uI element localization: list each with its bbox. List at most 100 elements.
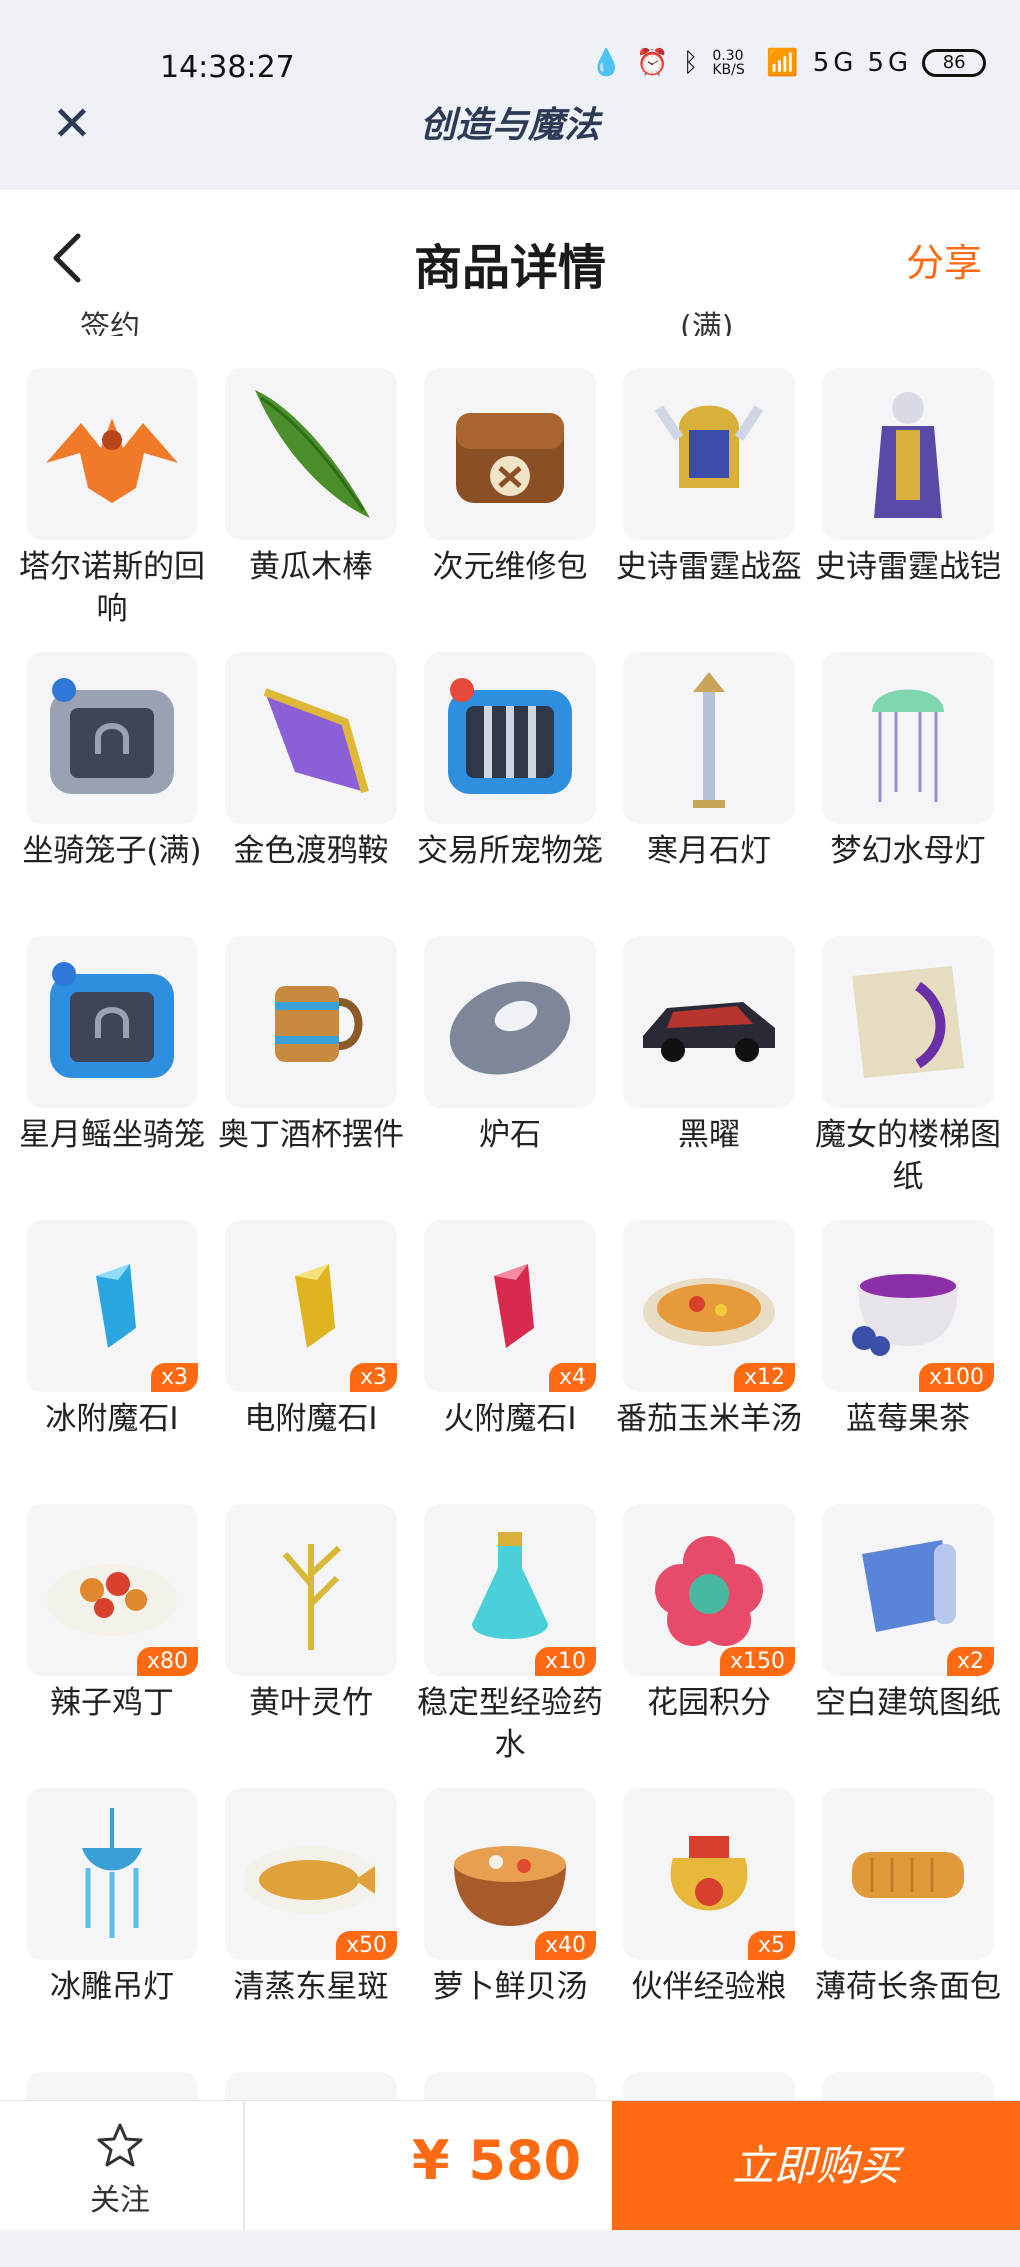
item-card[interactable]: x150 花园积分	[623, 1504, 795, 1788]
item-card[interactable]: 坐骑笼子(满)	[22, 652, 202, 936]
item-thumbnail	[26, 936, 198, 1108]
item-card[interactable]: 史诗雷霆战盔	[616, 368, 802, 652]
dragon-icon	[46, 418, 178, 503]
item-card[interactable]: 魔女的楼梯图纸	[815, 936, 1001, 1220]
item-thumbnail: x10	[424, 1504, 596, 1676]
drop-icon: 💧	[590, 48, 627, 78]
item-card[interactable]: 金色渡鸦鞍	[225, 652, 397, 936]
item-thumbnail	[424, 936, 596, 1108]
item-card[interactable]: 黄叶灵竹	[225, 1504, 397, 1788]
item-card[interactable]: 星月鳐坐骑笼	[19, 936, 205, 1220]
item-card[interactable]: 黑曜	[623, 936, 795, 1220]
item-card[interactable]: x3 电附魔石Ⅰ	[225, 1220, 397, 1504]
status-bar: 14:38:27 💧 ⏰ ᛒ 0.30 KB/S 📶 5G 5G 86 ✕ 创造…	[0, 0, 1020, 190]
item-name: 伙伴经验粮	[631, 1969, 787, 2005]
chandelier-icon	[82, 1808, 142, 1938]
item-card[interactable]: 黄瓜木棒	[225, 368, 397, 652]
price: ¥ 580	[412, 2129, 582, 2192]
item-name: 清蒸东星斑	[233, 1969, 389, 2005]
quantity-badge: x150	[719, 1647, 795, 1676]
status-time: 14:38:27	[160, 50, 295, 85]
item-card[interactable]: x12 番茄玉米羊汤	[616, 1220, 802, 1504]
share-button[interactable]: 分享	[906, 232, 982, 287]
item-name: 番茄玉米羊汤	[616, 1401, 802, 1437]
item-card[interactable]: 交易所宠物笼	[417, 652, 603, 936]
beer-mug-icon	[275, 986, 363, 1062]
item-name: 寒月石灯	[647, 833, 771, 869]
pet-cage-icon	[448, 678, 572, 794]
item-card[interactable]: 寒月石灯	[623, 652, 795, 936]
item-thumbnail	[424, 652, 596, 824]
item-thumbnail: x12	[623, 1220, 795, 1392]
follow-label: 关注	[90, 2183, 150, 2218]
item-name: 星月鳐坐骑笼	[19, 1117, 205, 1153]
quantity-badge: x4	[548, 1363, 596, 1392]
item-thumbnail: x3	[26, 1220, 198, 1392]
item-name: 奥丁酒杯摆件	[218, 1117, 404, 1153]
item-card[interactable]: 塔尔诺斯的回响	[19, 368, 205, 652]
item-card[interactable]: 次元维修包	[424, 368, 596, 652]
item-thumbnail	[225, 1504, 397, 1676]
repair-bag-icon	[456, 413, 564, 503]
follow-button[interactable]: 关注	[60, 2121, 180, 2219]
item-name: 蓝莓果茶	[846, 1401, 970, 1437]
item-card[interactable]: 奥丁酒杯摆件	[218, 936, 404, 1220]
item-card[interactable]: x3 冰附魔石Ⅰ	[26, 1220, 198, 1504]
quantity-badge: x10	[534, 1647, 596, 1676]
battery-icon: 86	[922, 49, 987, 77]
item-card[interactable]: x100 蓝莓果茶	[822, 1220, 994, 1504]
buy-now-button[interactable]: 立即购买	[612, 2101, 1020, 2231]
quantity-badge: x5	[747, 1931, 795, 1960]
stone-lamp-icon	[693, 672, 725, 808]
item-thumbnail	[822, 936, 994, 1108]
item-name: 薄荷长条面包	[815, 1969, 1001, 2005]
status-icons: 💧 ⏰ ᛒ 0.30 KB/S 📶 5G 5G 86	[590, 48, 987, 78]
item-thumbnail	[225, 652, 397, 824]
item-card[interactable]: x4 火附魔石Ⅰ	[424, 1220, 596, 1504]
item-thumbnail	[26, 652, 198, 824]
item-name: 黑曜	[678, 1117, 740, 1153]
item-thumbnail	[225, 368, 397, 540]
item-thumbnail	[26, 368, 198, 540]
item-name: 梦幻水母灯	[830, 833, 986, 869]
item-card[interactable]: x5 伙伴经验粮	[623, 1788, 795, 2072]
item-name: 次元维修包	[432, 549, 588, 585]
armor-icon	[874, 392, 942, 518]
star-icon	[97, 2123, 143, 2167]
item-card[interactable]: x80 辣子鸡丁	[26, 1504, 198, 1788]
item-name: 坐骑笼子(满)	[22, 833, 202, 869]
jellyfish-lamp-icon	[872, 689, 944, 802]
item-thumbnail: x50	[225, 1788, 397, 1960]
app-title: 创造与魔法	[419, 104, 600, 146]
item-card[interactable]: x10 稳定型经验药水	[417, 1504, 603, 1788]
item-thumbnail: x40	[424, 1788, 596, 1960]
signal-5g-icon: 5G	[812, 48, 858, 78]
item-card[interactable]: 梦幻水母灯	[822, 652, 994, 936]
item-name: 黄叶灵竹	[249, 1685, 373, 1721]
bamboo-icon	[282, 1544, 342, 1650]
alarm-icon: ⏰	[636, 48, 673, 78]
cutoff-item-label: 签约	[80, 310, 140, 336]
item-grid: 塔尔诺斯的回响 黄瓜木棒 次元维修包 史诗雷霆战盔 史诗雷霆战铠 坐骑笼子(满)…	[19, 368, 1001, 2072]
item-thumbnail: x150	[623, 1504, 795, 1676]
item-name: 黄瓜木棒	[249, 549, 373, 585]
cutoff-item-label: (满)	[680, 310, 734, 336]
quantity-badge: x40	[534, 1931, 596, 1960]
item-card[interactable]: 薄荷长条面包	[815, 1788, 1001, 2072]
item-card[interactable]: x40 萝卜鲜贝汤	[424, 1788, 596, 2072]
quantity-badge: x80	[136, 1647, 198, 1676]
item-name: 电附魔石Ⅰ	[244, 1401, 378, 1437]
item-name: 稳定型经验药水	[417, 1685, 603, 1763]
item-card[interactable]: 冰雕吊灯	[26, 1788, 198, 2072]
item-card[interactable]: x50 清蒸东星斑	[225, 1788, 397, 2072]
item-card[interactable]: 炉石	[424, 936, 596, 1220]
mount-cage-icon	[50, 962, 174, 1078]
item-name: 金色渡鸦鞍	[233, 833, 389, 869]
item-card[interactable]: 史诗雷霆战铠	[815, 368, 1001, 652]
item-name: 冰雕吊灯	[50, 1969, 174, 2005]
blueprint-icon	[852, 966, 964, 1078]
mount-cage-icon	[50, 678, 174, 794]
item-thumbnail	[26, 1788, 198, 1960]
item-card[interactable]: x2 空白建筑图纸	[815, 1504, 1001, 1788]
item-name: 史诗雷霆战铠	[815, 549, 1001, 585]
